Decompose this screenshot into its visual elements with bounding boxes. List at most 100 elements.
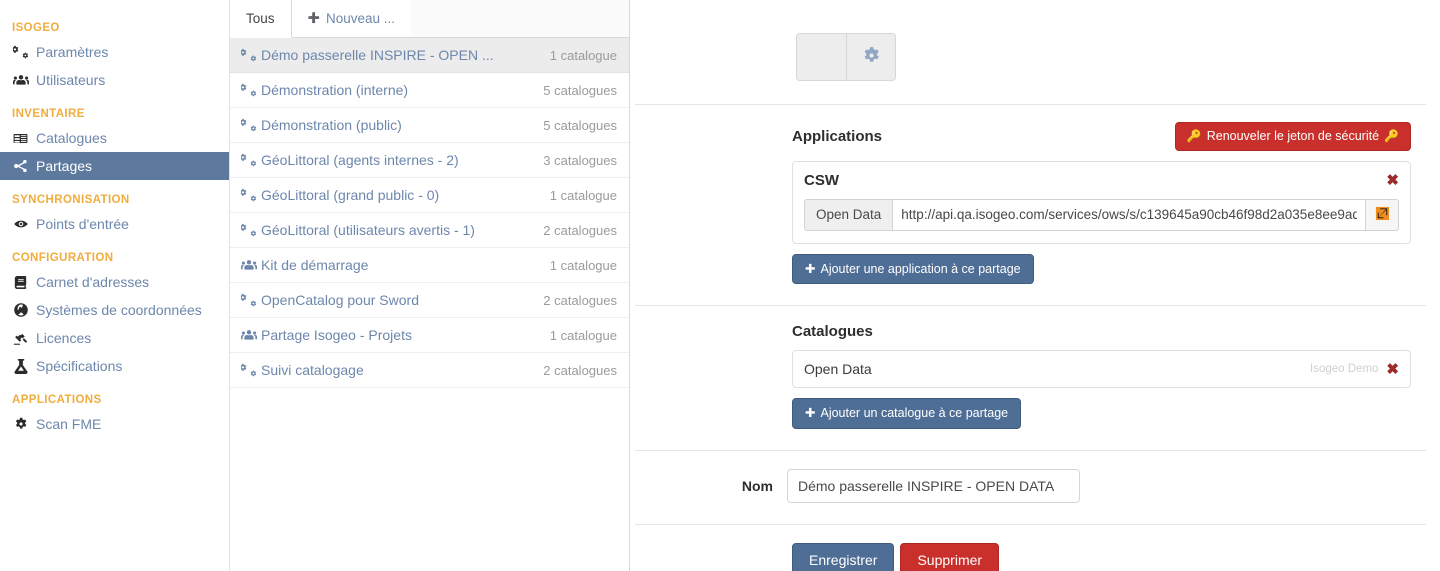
share-list-item[interactable]: Suivi catalogage 2 catalogues bbox=[230, 353, 629, 388]
applications-section: Applications 🔑 Renouveler le jeton de sé… bbox=[630, 105, 1426, 284]
eye-icon bbox=[12, 218, 29, 230]
sidebar-item-parametres[interactable]: Paramètres bbox=[0, 38, 229, 66]
gears-icon bbox=[239, 83, 258, 98]
share-list-item-count: 2 catalogues bbox=[543, 222, 617, 238]
nom-label: Nom bbox=[741, 477, 773, 494]
share-list-item[interactable]: OpenCatalog pour Sword 2 catalogues bbox=[230, 283, 629, 318]
sidebar-item-label: Systèmes de coordonnées bbox=[36, 302, 202, 318]
tab-label: Nouveau ... bbox=[325, 11, 396, 26]
share-list-item-label: OpenCatalog pour Sword bbox=[261, 292, 419, 308]
gears-icon bbox=[239, 118, 258, 133]
gears-icon bbox=[239, 48, 258, 63]
shares-list-panel: Tous ➕ Nouveau ... Démo passerelle INSPIRE… bbox=[230, 0, 630, 571]
application-url-input[interactable] bbox=[892, 198, 1366, 231]
share-list-item[interactable]: Démonstration (public) 5 catalogues bbox=[230, 108, 629, 143]
view-mode-toggle-group bbox=[796, 33, 896, 81]
form-actions: Enregistrer Supprimer bbox=[630, 525, 1426, 571]
share-list-item-label: Partage Isogeo - Projets bbox=[261, 327, 412, 343]
sidebar-item-carnet-adresses[interactable]: Carnet d'adresses bbox=[0, 268, 229, 296]
share-list-item[interactable]: GéoLittoral (grand public - 0) 1 catalogu… bbox=[230, 178, 629, 213]
add-application-label: Ajouter une application à ce partage bbox=[820, 261, 1021, 276]
shares-list: Démo passerelle INSPIRE - OPEN ... 1 cata… bbox=[230, 38, 629, 571]
share-list-item[interactable]: GéoLittoral (utilisateurs avertis - 1) 2 … bbox=[230, 213, 629, 248]
share-alt-icon bbox=[12, 159, 29, 173]
key-icon-right: 🔑 bbox=[1384, 129, 1399, 144]
sidebar-item-label: Spécifications bbox=[36, 358, 123, 374]
users-group-icon bbox=[12, 73, 29, 87]
save-button[interactable]: Enregistrer bbox=[792, 542, 895, 571]
add-catalogue-button[interactable]: ✚ Ajouter un catalogue à ce partage bbox=[792, 398, 1022, 429]
plus-icon: ➕ bbox=[307, 13, 320, 24]
globe-icon bbox=[12, 303, 29, 317]
share-list-item-count: 2 catalogues bbox=[543, 292, 617, 308]
share-list-item-label: Démonstration (interne) bbox=[261, 82, 409, 98]
catalogue-name: Open Data bbox=[804, 361, 872, 377]
renew-token-label: Renouveler le jeton de sécurité bbox=[1206, 129, 1380, 143]
sidebar-item-partages[interactable]: Partages bbox=[0, 152, 229, 180]
add-application-button[interactable]: ✚ Ajouter une application à ce partage bbox=[792, 253, 1034, 284]
share-list-item[interactable]: Kit de démarrage 1 catalogue bbox=[230, 248, 629, 283]
sidebar-item-utilisateurs[interactable]: Utilisateurs bbox=[0, 66, 229, 94]
sidebar: ISOGEO Paramètres Utilisateurs INVENTAIRE Ca… bbox=[0, 0, 230, 571]
share-list-item-count: 3 catalogues bbox=[543, 152, 617, 168]
tab-label: Tous bbox=[246, 11, 275, 26]
sidebar-item-licences[interactable]: Licences bbox=[0, 324, 229, 352]
sidebar-heading: SYNCHRONISATION bbox=[12, 194, 130, 206]
share-list-item-count: 2 catalogues bbox=[543, 362, 617, 378]
plus-icon: ✚ bbox=[805, 261, 816, 276]
catalogue-row-right: Isogeo Demo ✖ bbox=[1310, 362, 1399, 377]
close-x-icon[interactable]: ✖ bbox=[1386, 362, 1399, 377]
view-mode-gears-button[interactable] bbox=[846, 34, 895, 80]
share-list-item[interactable]: GéoLittoral (agents internes - 2) 3 catal… bbox=[230, 143, 629, 178]
sidebar-heading: INVENTAIRE bbox=[12, 108, 85, 120]
sidebar-item-label: Licences bbox=[36, 330, 92, 346]
share-list-item[interactable]: Démonstration (interne) 5 catalogues bbox=[230, 73, 629, 108]
share-list-item-label: Démonstration (public) bbox=[261, 117, 402, 133]
application-card-csw: CSW ✖ Open Data bbox=[792, 160, 1411, 244]
sidebar-item-label: Utilisateurs bbox=[36, 72, 106, 88]
share-list-item-label: GéoLittoral (agents internes - 2) bbox=[261, 152, 459, 168]
catalogue-row: Open Data Isogeo Demo ✖ bbox=[792, 350, 1411, 388]
gears-icon bbox=[12, 45, 29, 60]
delete-button[interactable]: Supprimer bbox=[900, 542, 1000, 571]
application-card-title: CSW bbox=[804, 171, 839, 189]
nom-form-row: Nom bbox=[630, 451, 1426, 503]
share-list-item-count: 1 catalogue bbox=[549, 47, 617, 63]
gavel-icon bbox=[12, 331, 29, 345]
gears-icon bbox=[239, 223, 258, 238]
share-list-item-label: Suivi catalogage bbox=[261, 362, 364, 378]
cog-icon bbox=[12, 417, 29, 431]
share-list-item[interactable]: Partage Isogeo - Projets 1 catalogue bbox=[230, 318, 629, 353]
share-list-item-count: 1 catalogue bbox=[549, 187, 617, 203]
application-url-group: Open Data bbox=[804, 198, 1399, 231]
users-group-icon bbox=[239, 328, 258, 342]
sidebar-item-scan-fme[interactable]: Scan FME bbox=[0, 410, 229, 438]
sidebar-item-label: Partages bbox=[36, 158, 93, 174]
sidebar-item-systemes-coordonnees[interactable]: Systèmes de coordonnées bbox=[0, 296, 229, 324]
share-list-item-count: 5 catalogues bbox=[543, 82, 617, 98]
share-list-item[interactable]: Démo passerelle INSPIRE - OPEN ... 1 cata… bbox=[230, 38, 629, 73]
sidebar-item-points-entree[interactable]: Points d'entrée bbox=[0, 210, 229, 238]
tab-nouveau[interactable]: ➕ Nouveau ... bbox=[291, 0, 412, 37]
sidebar-item-catalogues[interactable]: Catalogues bbox=[0, 124, 229, 152]
share-detail-panel: Applications 🔑 Renouveler le jeton de sé… bbox=[630, 0, 1440, 571]
sidebar-item-specifications[interactable]: Spécifications bbox=[0, 352, 229, 380]
catalogues-title: Catalogues bbox=[792, 323, 873, 340]
list-table-icon bbox=[12, 132, 29, 145]
share-list-item-count: 1 catalogue bbox=[549, 257, 617, 273]
share-list-item-count: 1 catalogue bbox=[549, 327, 617, 343]
tab-tous[interactable]: Tous bbox=[230, 0, 292, 38]
open-application-link-button[interactable] bbox=[1366, 198, 1399, 231]
applications-title: Applications bbox=[792, 127, 883, 145]
nom-input[interactable] bbox=[787, 468, 1080, 503]
sidebar-item-label: Carnet d'adresses bbox=[36, 274, 150, 290]
share-list-item-label: GéoLittoral (grand public - 0) bbox=[261, 187, 440, 203]
close-x-icon[interactable]: ✖ bbox=[1386, 173, 1399, 188]
add-application-wrap: ✚ Ajouter une application à ce partage bbox=[792, 253, 1426, 284]
share-list-item-label: Kit de démarrage bbox=[261, 257, 369, 273]
catalogue-owner: Isogeo Demo bbox=[1310, 363, 1379, 375]
view-mode-blank-button[interactable] bbox=[797, 34, 846, 80]
share-list-item-label: GéoLittoral (utilisateurs avertis - 1) bbox=[261, 222, 475, 238]
renew-security-token-button[interactable]: 🔑 Renouveler le jeton de sécurité 🔑 bbox=[1174, 122, 1411, 151]
users-group-icon bbox=[239, 258, 258, 272]
